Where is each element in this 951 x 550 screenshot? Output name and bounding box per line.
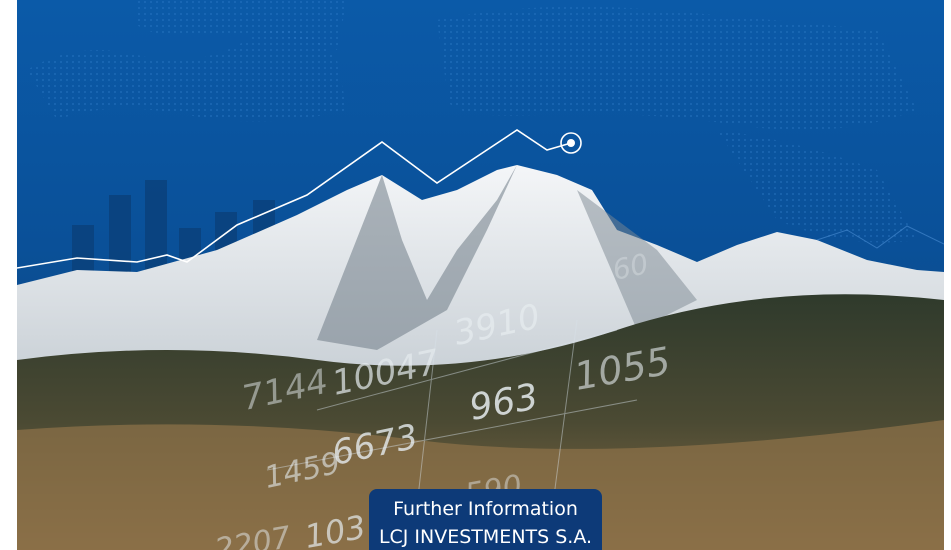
company-name: LCJ INVESTMENTS S.A.	[378, 526, 593, 548]
further-information-label: Further Information	[393, 498, 578, 520]
line-endpoint-dot	[567, 139, 575, 147]
hero-illustration: 3910 10047 963 1055 7144 6673 1459 103 2…	[17, 0, 944, 550]
hero-banner: 3910 10047 963 1055 7144 6673 1459 103 2…	[17, 0, 944, 550]
further-information-box[interactable]: Further Information LCJ INVESTMENTS S.A.	[369, 489, 602, 550]
